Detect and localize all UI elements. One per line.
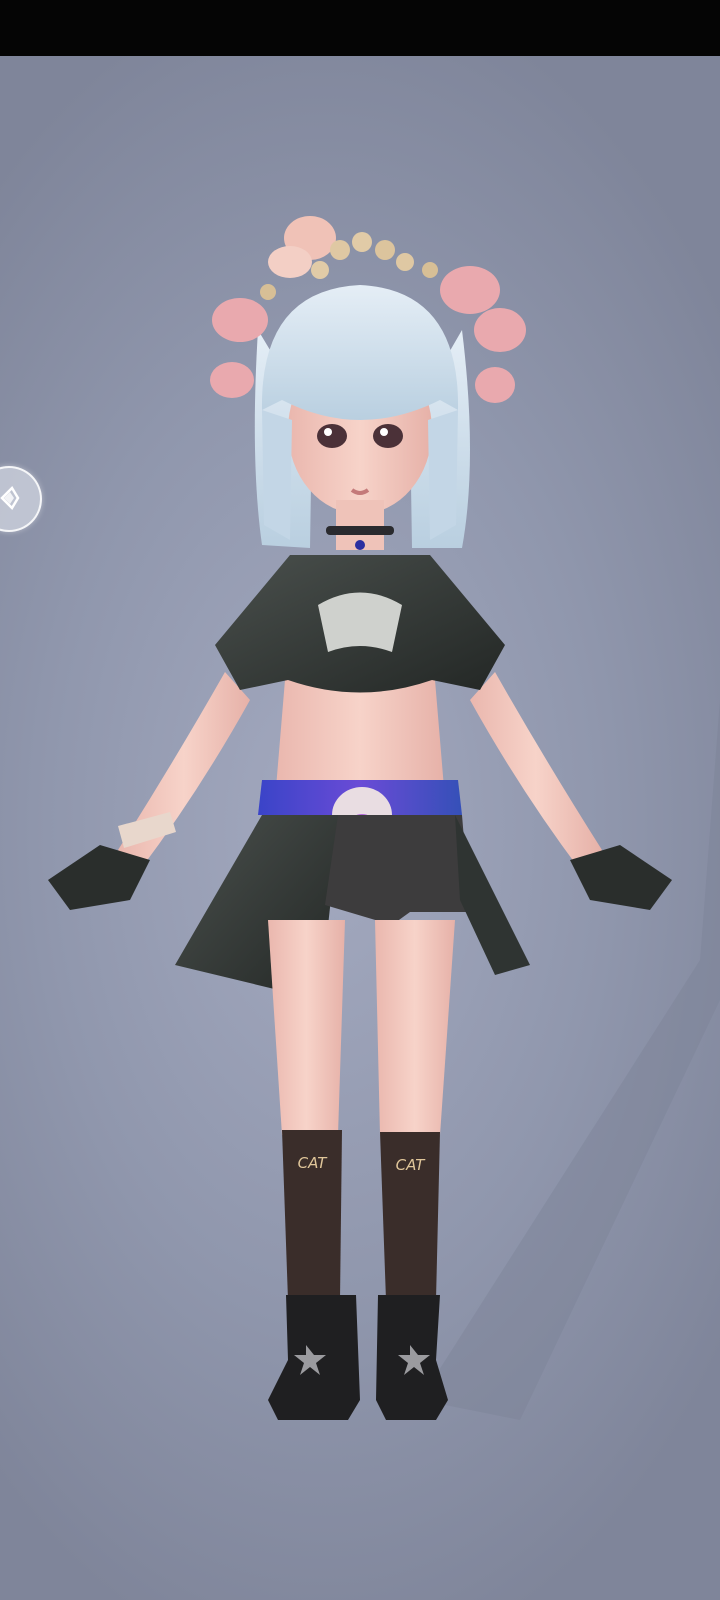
character-avatar: CAT CAT: [48, 216, 720, 1420]
right-sock-text: CAT: [396, 1156, 427, 1174]
choker: [326, 526, 394, 535]
left-leg: [268, 920, 345, 1135]
diamond-chevron-right-icon: [0, 485, 20, 511]
left-sock-text: CAT: [298, 1154, 329, 1172]
right-leg: [375, 920, 455, 1135]
top-status-bar: [0, 0, 720, 56]
shorts: [325, 815, 470, 925]
right-arm: [470, 672, 602, 870]
front-hair: [261, 285, 459, 420]
